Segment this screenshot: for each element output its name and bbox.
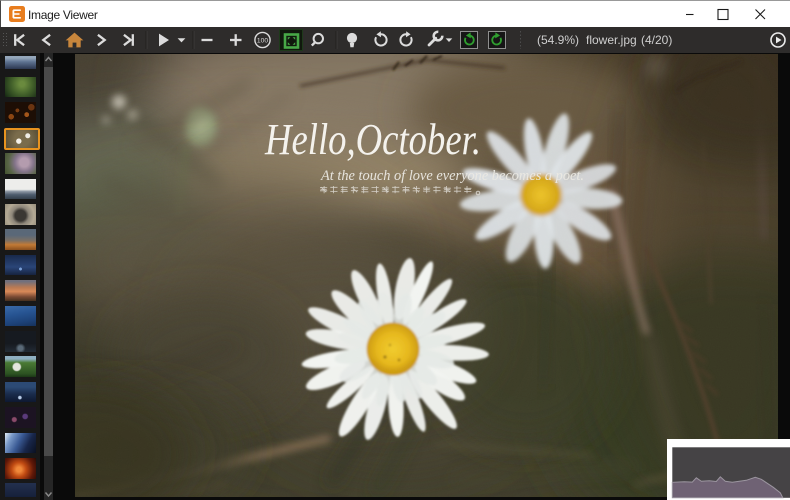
svg-text:100: 100 xyxy=(257,37,268,44)
svg-text:(4/20): (4/20) xyxy=(641,33,672,47)
svg-text:(54.9%): (54.9%) xyxy=(537,33,579,47)
svg-text:flower.jpg: flower.jpg xyxy=(586,33,637,47)
